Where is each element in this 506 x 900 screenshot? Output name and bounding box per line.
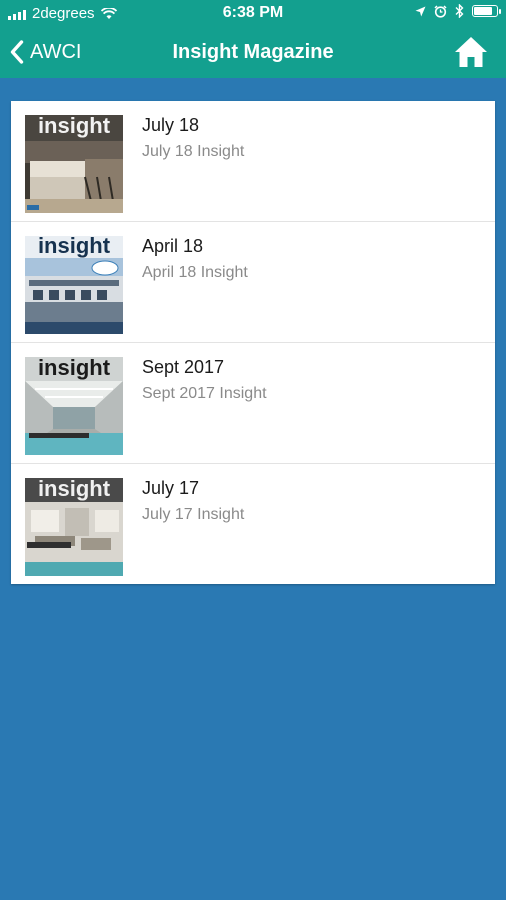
issue-subtitle: July 17 Insight: [142, 506, 245, 523]
nav-bar: AWCI Insight Magazine: [0, 26, 506, 78]
issue-subtitle: Sept 2017 Insight: [142, 385, 267, 402]
issue-list: insight July 18 July 18 Insight insight: [11, 101, 495, 584]
issue-subtitle: July 18 Insight: [142, 143, 245, 160]
issue-title: April 18: [142, 236, 204, 256]
chevron-left-icon: [10, 40, 24, 64]
battery-icon: [472, 5, 501, 17]
list-item[interactable]: insight Sept 2017 Sept 2017 Insight: [11, 343, 495, 464]
location-icon: [415, 6, 426, 16]
list-item[interactable]: insight April 18 April 18 Insight: [11, 222, 495, 343]
status-bar: 2degrees 6:38 PM: [0, 0, 506, 26]
status-right: [415, 4, 501, 18]
cover-title: insight: [38, 357, 111, 380]
issue-cover: insight: [25, 478, 123, 576]
cover-title: insight: [38, 478, 111, 501]
home-icon[interactable]: [454, 36, 488, 68]
issue-subtitle: April 18 Insight: [142, 264, 248, 281]
alarm-icon: [434, 4, 447, 18]
bluetooth-icon: [455, 4, 464, 18]
issue-title: July 17: [142, 478, 200, 498]
back-label: AWCI: [30, 40, 82, 63]
list-item[interactable]: insight July 17 July 17 Insight: [11, 464, 495, 584]
back-button[interactable]: AWCI: [10, 26, 81, 78]
list-item[interactable]: insight July 18 July 18 Insight: [11, 101, 495, 222]
cover-title: insight: [38, 236, 111, 258]
issue-cover: insight: [25, 115, 123, 213]
cover-title: insight: [38, 115, 111, 138]
issue-cover: insight: [25, 236, 123, 334]
issue-title: Sept 2017: [142, 357, 225, 377]
issue-cover: insight: [25, 357, 123, 455]
issue-title: July 18: [142, 115, 200, 135]
